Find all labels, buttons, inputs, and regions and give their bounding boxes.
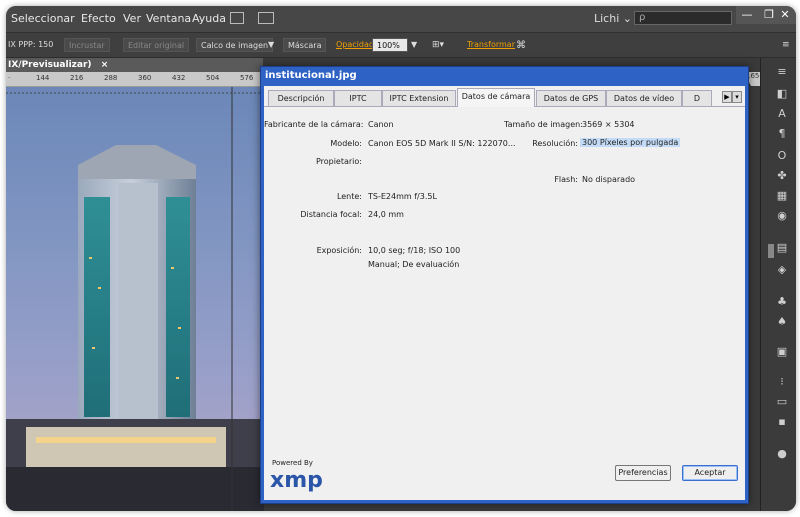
- tamano-label: Tamaño de imagen:: [504, 120, 583, 129]
- menu-bar: Seleccionar Efecto Ver Ventana Ayuda Lic…: [6, 6, 796, 33]
- tab-datos-video[interactable]: Datos de vídeo: [606, 90, 682, 106]
- arrange-documents-icon[interactable]: [258, 12, 274, 24]
- calco-imagen-button[interactable]: Calco de imagen: [196, 38, 274, 52]
- file-info-dialog: institucional.jpg Descripción IPTC IPTC …: [260, 66, 749, 504]
- focal-value[interactable]: 24,0 mm: [368, 210, 404, 219]
- navigator-icon[interactable]: ▪: [775, 416, 789, 428]
- ruler-tick: 432: [172, 74, 186, 82]
- paragraph-icon[interactable]: ¶: [775, 128, 789, 140]
- transform-icon[interactable]: ▭: [775, 396, 789, 408]
- tab-menu-icon[interactable]: ▾: [732, 91, 742, 103]
- resolucion-label: Resolución:: [532, 139, 578, 148]
- modelo-label: Modelo:: [330, 139, 362, 148]
- document-tab[interactable]: IX/Previsualizar) ×: [6, 58, 263, 72]
- flash-label: Flash:: [554, 175, 578, 184]
- mascara-button[interactable]: Máscara: [283, 38, 327, 52]
- ruler-tick: 216: [70, 74, 84, 82]
- ruler-tick: 144: [36, 74, 50, 82]
- search-input[interactable]: ρ: [634, 11, 732, 25]
- minimize-icon[interactable]: —: [736, 6, 758, 24]
- document-canvas[interactable]: [6, 87, 264, 511]
- lente-label: Lente:: [336, 192, 362, 201]
- fabricante-label: Fabricante de la cámara:: [264, 120, 364, 129]
- aceptar-button[interactable]: Aceptar: [682, 465, 738, 481]
- graphic-styles-icon[interactable]: ♠: [775, 316, 789, 328]
- dialog-title: institucional.jpg: [265, 70, 357, 81]
- menu-seleccionar[interactable]: Seleccionar: [11, 12, 75, 25]
- brushes-icon[interactable]: ✤: [775, 170, 789, 182]
- ppp-label: IX PPP: 150: [8, 40, 54, 49]
- opacidad-dropdown-icon[interactable]: ▼: [411, 40, 417, 49]
- scrollbar-thumb[interactable]: [768, 244, 774, 258]
- symbols-icon[interactable]: ♣: [775, 296, 789, 308]
- opacidad-link[interactable]: Opacidad: [336, 40, 374, 49]
- bridge-icon[interactable]: [230, 12, 244, 24]
- tamano-value[interactable]: 3569 × 5304: [582, 120, 635, 129]
- align-icon[interactable]: ▤: [775, 242, 789, 254]
- transformar-link[interactable]: Transformar: [467, 40, 515, 49]
- tab-iptc-extension[interactable]: IPTC Extension: [382, 90, 456, 106]
- menu-ver[interactable]: Ver: [123, 12, 141, 25]
- dialog-body: Descripción IPTC IPTC Extension Datos de…: [264, 86, 745, 500]
- flash-value[interactable]: No disparado: [582, 175, 635, 184]
- close-icon[interactable]: ✕: [774, 6, 796, 24]
- exposicion-label: Exposición:: [316, 246, 362, 255]
- links-icon[interactable]: ●: [775, 448, 789, 460]
- tab-more[interactable]: D: [682, 90, 712, 106]
- modelo-value[interactable]: Canon EOS 5D Mark II S/N: 122070...: [368, 139, 516, 148]
- grid-icon[interactable]: ⊞▾: [432, 40, 444, 50]
- menu-efecto[interactable]: Efecto: [81, 12, 116, 25]
- user-menu[interactable]: Lichi ⌄: [594, 12, 632, 25]
- lente-value[interactable]: TS-E24mm f/3.5L: [368, 192, 437, 201]
- color-icon[interactable]: ◧: [775, 88, 789, 100]
- tab-bar: Descripción IPTC IPTC Extension Datos de…: [264, 86, 745, 107]
- swatches-icon[interactable]: ▦: [775, 190, 789, 202]
- calco-dropdown-icon[interactable]: ▼: [268, 40, 274, 49]
- document-tab-label: IX/Previsualizar): [8, 60, 92, 70]
- building-photo: [6, 87, 264, 511]
- exposicion-mode[interactable]: Manual; De evaluación: [368, 260, 459, 269]
- propietario-label: Propietario:: [315, 157, 362, 166]
- tab-descripcion[interactable]: Descripción: [268, 90, 334, 106]
- layers-icon[interactable]: ◈: [775, 264, 789, 276]
- ruler-tick: 504: [206, 74, 220, 82]
- opacidad-field[interactable]: 100%: [372, 38, 408, 52]
- app-window: Seleccionar Efecto Ver Ventana Ayuda Lic…: [6, 6, 796, 511]
- character-icon[interactable]: A: [775, 108, 789, 120]
- tab-datos-camara[interactable]: Datos de cámara: [457, 88, 535, 107]
- xmp-logo: xmp: [270, 468, 323, 493]
- control-toolbar: IX PPP: 150 Incrustar Editar original Ca…: [6, 33, 796, 58]
- ruler-tick: 576: [240, 74, 254, 82]
- right-panel-dock: ≡ ◧ A ¶ O ✤ ▦ ◉ ▤ ◈ ♣ ♠ ▣ ⁝ ▭ ▪ ●: [760, 58, 796, 511]
- opentype-icon[interactable]: O: [775, 150, 789, 162]
- close-tab-icon[interactable]: ×: [101, 60, 109, 70]
- tab-iptc[interactable]: IPTC: [334, 90, 382, 106]
- panel-menu-icon[interactable]: ≡: [775, 66, 789, 78]
- isolate-icon[interactable]: ⌘: [516, 40, 526, 51]
- preferencias-button[interactable]: Preferencias: [615, 465, 671, 481]
- artboards-icon[interactable]: ▣: [775, 346, 789, 358]
- pathfinder-icon[interactable]: ⁝: [775, 376, 789, 388]
- appearance-icon[interactable]: ◉: [775, 210, 789, 222]
- resolucion-value[interactable]: 300 Píxeles por pulgada: [580, 138, 681, 147]
- menu-ayuda[interactable]: Ayuda: [192, 12, 226, 25]
- tab-datos-gps[interactable]: Datos de GPS: [536, 90, 606, 106]
- menu-ventana[interactable]: Ventana: [146, 12, 191, 25]
- focal-label: Distancia focal:: [300, 210, 362, 219]
- tab-scroll-right-icon[interactable]: ▶: [722, 91, 732, 103]
- horizontal-ruler: · 144 216 288 360 432 504 576: [6, 72, 264, 87]
- panel-menu-icon[interactable]: ≡: [782, 40, 790, 50]
- editar-original-button[interactable]: Editar original: [123, 38, 190, 52]
- ruler-tick: 360: [138, 74, 152, 82]
- incrustar-button[interactable]: Incrustar: [64, 38, 110, 52]
- fabricante-value[interactable]: Canon: [368, 120, 394, 129]
- exposicion-value[interactable]: 10,0 seg; f/18; ISO 100: [368, 246, 460, 255]
- ruler-tick: ·: [8, 74, 11, 82]
- powered-by-label: Powered By: [272, 459, 313, 467]
- ruler-tick: 288: [104, 74, 118, 82]
